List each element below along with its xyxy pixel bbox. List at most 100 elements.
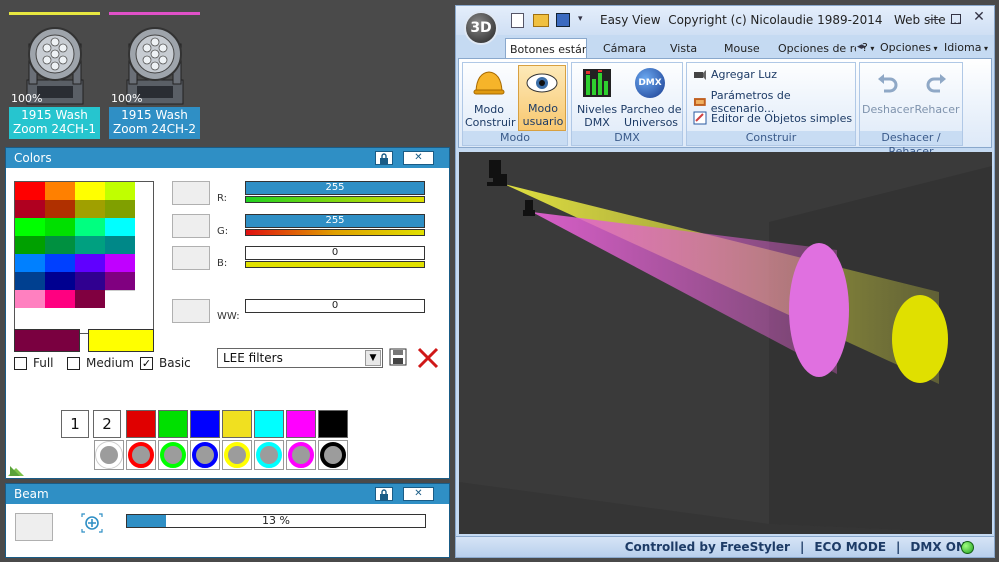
window-close-button[interactable]: ✕ xyxy=(970,9,988,27)
quick-color-button[interactable] xyxy=(286,410,316,438)
close-button[interactable]: ✕ xyxy=(403,151,434,165)
quick-color-button[interactable] xyxy=(158,410,188,438)
help-menu[interactable]: ? ▾ xyxy=(862,41,874,54)
quick-color-button[interactable] xyxy=(222,410,252,438)
tab-mouse[interactable]: Mouse xyxy=(724,42,760,55)
status-freestyler: Controlled by FreeStyler xyxy=(624,540,790,554)
quick-ring-button[interactable] xyxy=(94,440,124,470)
idioma-menu[interactable]: Idioma ▾ xyxy=(944,41,988,54)
restore-button[interactable] xyxy=(948,11,964,27)
palette-swatch[interactable] xyxy=(45,200,75,218)
palette-swatch[interactable] xyxy=(45,254,75,272)
quick-ring-button[interactable] xyxy=(190,440,220,470)
quick-ring-button[interactable] xyxy=(254,440,284,470)
gray-button-1[interactable] xyxy=(172,181,210,205)
qat-chevron-icon[interactable]: ▾ xyxy=(578,14,583,24)
channel-level-bar[interactable]: 255 xyxy=(245,214,425,228)
palette-swatch[interactable] xyxy=(105,200,135,218)
palette-swatch[interactable] xyxy=(15,200,45,218)
channel-label: B: xyxy=(217,258,228,269)
palette-swatch[interactable] xyxy=(105,290,135,308)
open-folder-icon[interactable] xyxy=(533,14,549,27)
palette-swatch[interactable] xyxy=(105,218,135,236)
quick-color-button[interactable] xyxy=(318,410,348,438)
3d-viewport[interactable] xyxy=(459,152,992,534)
gray-button-4[interactable] xyxy=(172,299,210,323)
dmx-led-icon xyxy=(961,541,974,554)
channel-level-bar[interactable]: 0 xyxy=(245,299,425,313)
tab-vista[interactable]: Vista xyxy=(670,42,697,55)
modo-usuario-button[interactable]: Modo usuario xyxy=(518,65,566,131)
save-filter-button[interactable] xyxy=(389,348,407,366)
palette-swatch[interactable] xyxy=(75,182,105,200)
lock-button[interactable] xyxy=(375,151,393,165)
palette-swatch[interactable] xyxy=(45,236,75,254)
tab-camara[interactable]: Cámara xyxy=(603,42,646,55)
save-icon[interactable] xyxy=(556,13,570,27)
palette-swatch[interactable] xyxy=(105,272,135,290)
niveles-dmx-button[interactable]: Niveles DMX xyxy=(574,65,620,131)
palette-swatch[interactable] xyxy=(45,272,75,290)
palette-swatch[interactable] xyxy=(15,236,45,254)
palette-swatch[interactable] xyxy=(105,236,135,254)
checkbox-basic[interactable]: ✓ Basic xyxy=(140,356,191,370)
quick-ring-button[interactable] xyxy=(126,440,156,470)
palette-swatch[interactable] xyxy=(15,182,45,200)
lock-button[interactable] xyxy=(375,487,393,501)
rehacer-button[interactable]: Rehacer xyxy=(912,65,962,131)
opciones-menu[interactable]: Opciones ▾ xyxy=(880,41,938,54)
editor-objetos-button[interactable]: Editor de Objetos simples xyxy=(693,111,852,125)
palette-swatch[interactable] xyxy=(45,218,75,236)
palette-swatch[interactable] xyxy=(75,236,105,254)
quick-color-button[interactable] xyxy=(126,410,156,438)
quick-ring-button[interactable] xyxy=(318,440,348,470)
gray-button-3[interactable] xyxy=(172,246,210,270)
tab-opciones-de-re[interactable]: Opciones de re xyxy=(778,42,856,55)
modo-construir-button[interactable]: Modo Construir xyxy=(465,65,516,131)
palette-swatch[interactable] xyxy=(105,182,135,200)
quick-color-button[interactable] xyxy=(190,410,220,438)
resize-grip-icon[interactable] xyxy=(8,460,24,476)
parcheo-universos-button[interactable]: DMX Parcheo de Universos xyxy=(620,65,682,131)
channel-label: R: xyxy=(217,193,228,204)
palette-swatch[interactable] xyxy=(105,254,135,272)
palette-swatch[interactable] xyxy=(75,272,105,290)
palette-swatch[interactable] xyxy=(75,290,105,308)
app-logo[interactable]: 3D xyxy=(464,11,498,45)
palette-swatch[interactable] xyxy=(45,290,75,308)
checkbox-medium[interactable]: Medium xyxy=(67,356,134,370)
palette-swatch[interactable] xyxy=(15,272,45,290)
quick-ring-button[interactable] xyxy=(158,440,188,470)
palette-swatch[interactable] xyxy=(15,218,45,236)
number-button-1[interactable]: 1 xyxy=(61,410,89,438)
new-file-icon[interactable] xyxy=(511,13,524,28)
palette-swatch[interactable] xyxy=(75,254,105,272)
delete-filter-button[interactable] xyxy=(416,347,440,369)
palette-swatch[interactable] xyxy=(45,182,75,200)
quick-color-button[interactable] xyxy=(254,410,284,438)
close-button[interactable]: ✕ xyxy=(403,487,434,501)
palette-swatch[interactable] xyxy=(75,218,105,236)
channel-level-bar[interactable]: 255 xyxy=(245,181,425,195)
quick-ring-button[interactable] xyxy=(222,440,252,470)
beam-level-bar[interactable]: 13 % xyxy=(126,514,426,528)
deshacer-button[interactable]: Deshacer xyxy=(862,65,914,131)
quick-ring-button[interactable] xyxy=(286,440,316,470)
agregar-luz-button[interactable]: Agregar Luz xyxy=(693,67,777,81)
channel-level-bar[interactable]: 0 xyxy=(245,246,425,260)
number-button-2[interactable]: 2 xyxy=(93,410,121,438)
zoom-icon[interactable] xyxy=(81,513,103,533)
status-bar: Controlled by FreeStyler | ECO MODE | DM… xyxy=(456,536,994,557)
tab-botones-estandar[interactable]: Botones estándar xyxy=(505,38,587,59)
palette-swatch[interactable] xyxy=(15,290,45,308)
checkbox-full[interactable]: Full xyxy=(14,356,54,370)
beam-gray-button[interactable] xyxy=(15,513,53,541)
palette-swatch[interactable] xyxy=(75,200,105,218)
fixture-1[interactable]: 100% 1915 Wash Zoom 24CH-1 xyxy=(9,12,100,139)
minimize-button[interactable]: — xyxy=(926,12,942,26)
fixture-2[interactable]: 100% 1915 Wash Zoom 24CH-2 xyxy=(109,12,200,139)
stage-scene xyxy=(459,152,992,534)
filter-select[interactable]: LEE filters ▼ xyxy=(217,348,383,368)
gray-button-2[interactable] xyxy=(172,214,210,238)
palette-swatch[interactable] xyxy=(15,254,45,272)
